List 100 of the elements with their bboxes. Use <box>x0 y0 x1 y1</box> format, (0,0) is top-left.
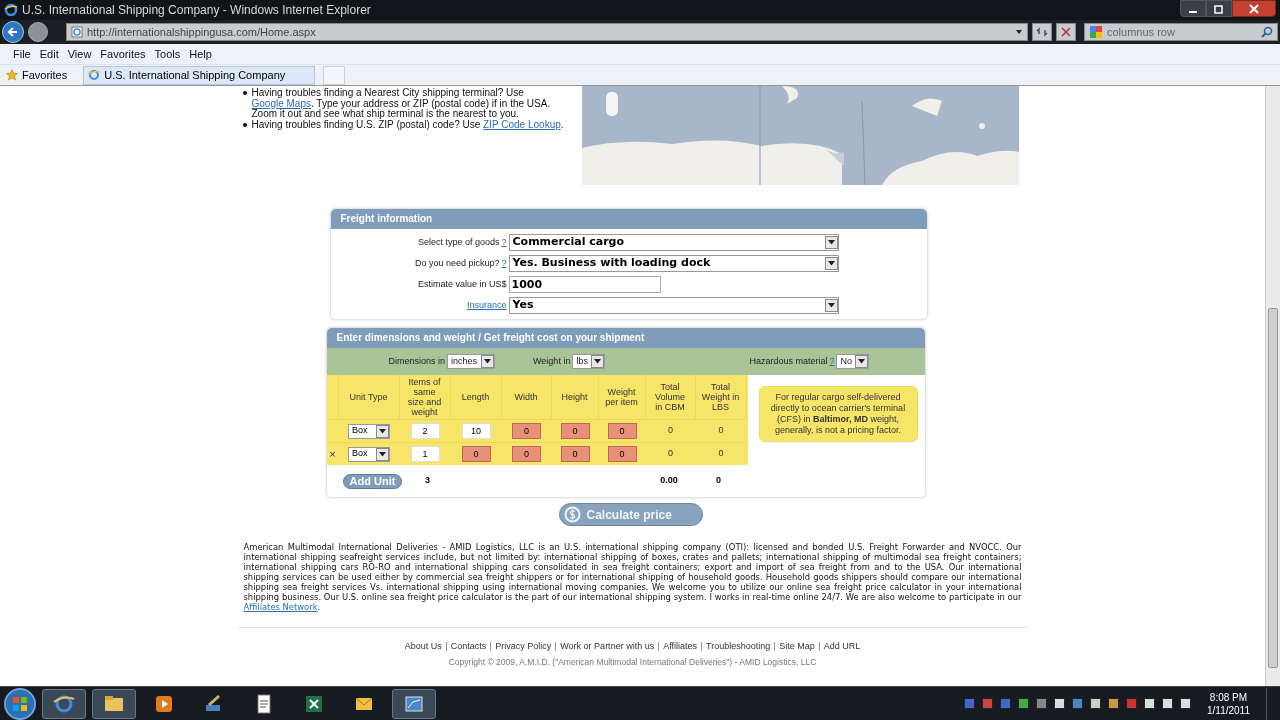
back-arrow-icon <box>7 26 19 38</box>
tray-icon[interactable] <box>1180 698 1191 709</box>
remove-button[interactable]: × <box>329 448 336 460</box>
taskbar-app-button[interactable] <box>42 688 86 719</box>
number-input[interactable]: 10 <box>461 423 491 439</box>
copyright-text: Copyright © 2009, A.M.I.D. ("American Multimodal International Deliveries") - AMID Logistics, LLC <box>448 655 817 669</box>
start-button[interactable] <box>4 687 36 720</box>
menu-item[interactable]: Help <box>186 45 215 63</box>
dropdown[interactable]: No <box>836 354 870 369</box>
column-header: Height <box>561 392 588 402</box>
affiliates-link[interactable]: Affiliates Network <box>243 602 318 612</box>
maximize-button[interactable] <box>1206 0 1232 17</box>
column-header: Unit Type <box>349 392 388 402</box>
field-label: Dimensions in <box>388 354 446 368</box>
about-paragraph: American Multimodal International Deliveries - AMID Logistics, LLC is an U.S. international shipping company (OTI): licensed and bonded U.S. Freight Forwarder and NVOCC. Our international shipping seafreight services include, but not limited by: international shipping of boxes, crates and pallets; international shipping of multimodal sea freight containers; international shipping cars RO-RO and international shipping cars consolidated in sea freight containers; export and import of sea freight from and to the USA. Our international shipping services can be used either by commercial sea freight shippers or for international shipping of household goods. Household goods shippers should compare our international shipping sea freight services Vs. international shipping using international moving companies. We welcome you to utilize our online sea freight price calculator in your international shipping business. Our U.S. online sea freight price calculator is the part of our international shipping system. I works in real-time online 24/7. We are also welcome to participate in our Affiliates Network. <box>243 542 1022 612</box>
dropdown-caret-icon <box>594 359 602 364</box>
windows-logo-icon <box>13 696 27 711</box>
footer-link[interactable]: About Us <box>404 640 442 654</box>
browser-icon <box>88 69 101 81</box>
number-input[interactable]: 0 <box>560 446 590 462</box>
tray-icon[interactable] <box>1162 698 1173 709</box>
tray-icon[interactable] <box>1090 698 1101 709</box>
menu-item[interactable]: Edit <box>36 45 62 63</box>
footer-link[interactable]: Contacts <box>450 640 487 654</box>
number-input[interactable]: 0 <box>512 446 541 462</box>
dropdown[interactable]: Yes <box>508 297 839 314</box>
dropdown-caret-icon <box>827 261 835 266</box>
tray-icon[interactable] <box>1054 698 1065 709</box>
minimize-icon <box>1189 10 1197 13</box>
unit-dropdown[interactable]: Box <box>348 446 390 462</box>
dropdown[interactable]: lbs <box>572 354 606 369</box>
tray-icon[interactable] <box>1018 698 1029 709</box>
tray-icon[interactable] <box>1144 698 1155 709</box>
column-header: Width <box>514 392 538 402</box>
footer-link[interactable]: Work or Partner with us <box>560 640 655 654</box>
link[interactable]: Google Maps <box>251 97 311 109</box>
column-header: Total Weight in LBS <box>701 382 740 412</box>
dropdown[interactable]: Yes. Business with loading dock <box>508 255 839 272</box>
help-link[interactable]: ? <box>501 256 507 271</box>
table-cell: 0 <box>668 447 673 461</box>
total-value: 3 <box>425 474 430 488</box>
menu-item[interactable]: Tools <box>151 45 184 63</box>
number-input[interactable]: 1 <box>410 446 440 462</box>
dropdown-caret-icon <box>379 428 386 434</box>
total-value: 0.00 <box>660 474 678 488</box>
scrollbar[interactable] <box>1265 86 1280 686</box>
forward-button[interactable] <box>28 22 48 42</box>
search-icon <box>1261 26 1273 38</box>
taskbar-app-button[interactable] <box>92 688 136 719</box>
clock-time: 8:08 PM <box>1209 690 1248 704</box>
dollar-icon <box>563 506 581 523</box>
favorites-button[interactable]: Favorites <box>6 66 76 84</box>
table-cell: 0 <box>718 424 724 438</box>
dropdown-caret-icon <box>858 359 866 364</box>
refresh-button[interactable] <box>1032 23 1052 41</box>
column-header: Total Volume in CBM <box>654 382 686 412</box>
stop-icon <box>1061 27 1071 37</box>
menu-item[interactable]: Favorites <box>97 45 149 63</box>
help-link[interactable]: ? <box>501 235 507 250</box>
menu-item[interactable]: View <box>64 45 95 63</box>
number-input[interactable]: 0 <box>560 423 590 439</box>
column-header: Weight per item <box>604 387 639 407</box>
footer-link[interactable]: Site Map <box>779 640 815 654</box>
column-header: Length <box>461 392 490 402</box>
number-input[interactable]: 0 <box>512 423 541 439</box>
footer-link[interactable]: Add URL <box>823 640 861 654</box>
footer-link[interactable]: Troubleshooting <box>706 640 771 654</box>
back-button[interactable] <box>2 21 24 43</box>
minimize-button[interactable] <box>1180 0 1206 17</box>
dropdown-caret-icon <box>827 240 835 245</box>
browser-tab[interactable]: U.S. International Shipping Company <box>83 65 316 85</box>
value-input[interactable]: 1000 <box>508 276 661 293</box>
menu-item[interactable]: File <box>10 45 34 63</box>
stop-button[interactable] <box>1056 23 1076 41</box>
panel-header: Freight information <box>330 209 927 229</box>
number-input[interactable]: 0 <box>607 446 637 462</box>
close-icon <box>1249 3 1259 14</box>
link[interactable]: ZIP Code Lookup <box>483 118 561 130</box>
browser-icon <box>4 3 18 17</box>
field-label: Weight in <box>533 354 571 368</box>
dropdown[interactable]: inches <box>447 354 496 369</box>
number-input[interactable]: 0 <box>461 446 491 462</box>
table-cell: 0 <box>718 447 724 461</box>
search-text: columnus row <box>1107 24 1176 40</box>
restore-icon <box>1214 3 1224 14</box>
close-button[interactable] <box>1232 0 1276 17</box>
address-bar[interactable]: http://internationalshippingusa.com/Home.aspx <box>66 23 1028 41</box>
dropdown[interactable]: Commercial cargo <box>508 234 839 251</box>
footer-link[interactable]: Affiliates <box>663 640 697 654</box>
dropdown-caret-icon <box>1015 28 1023 36</box>
insurance-link[interactable]: Insurance <box>466 298 507 313</box>
search-field[interactable]: columnus row <box>1084 23 1278 41</box>
footer-link[interactable]: Privacy Policy <box>495 640 552 654</box>
number-input[interactable]: 2 <box>410 423 440 439</box>
number-input[interactable]: 0 <box>607 423 637 439</box>
unit-dropdown[interactable]: Box <box>348 423 390 439</box>
scrollbar-thumb[interactable] <box>1268 308 1278 668</box>
taskbar-app-button[interactable] <box>392 688 436 719</box>
tray-icon[interactable] <box>1108 698 1119 709</box>
field-label: Do you need pickup? <box>414 256 500 270</box>
